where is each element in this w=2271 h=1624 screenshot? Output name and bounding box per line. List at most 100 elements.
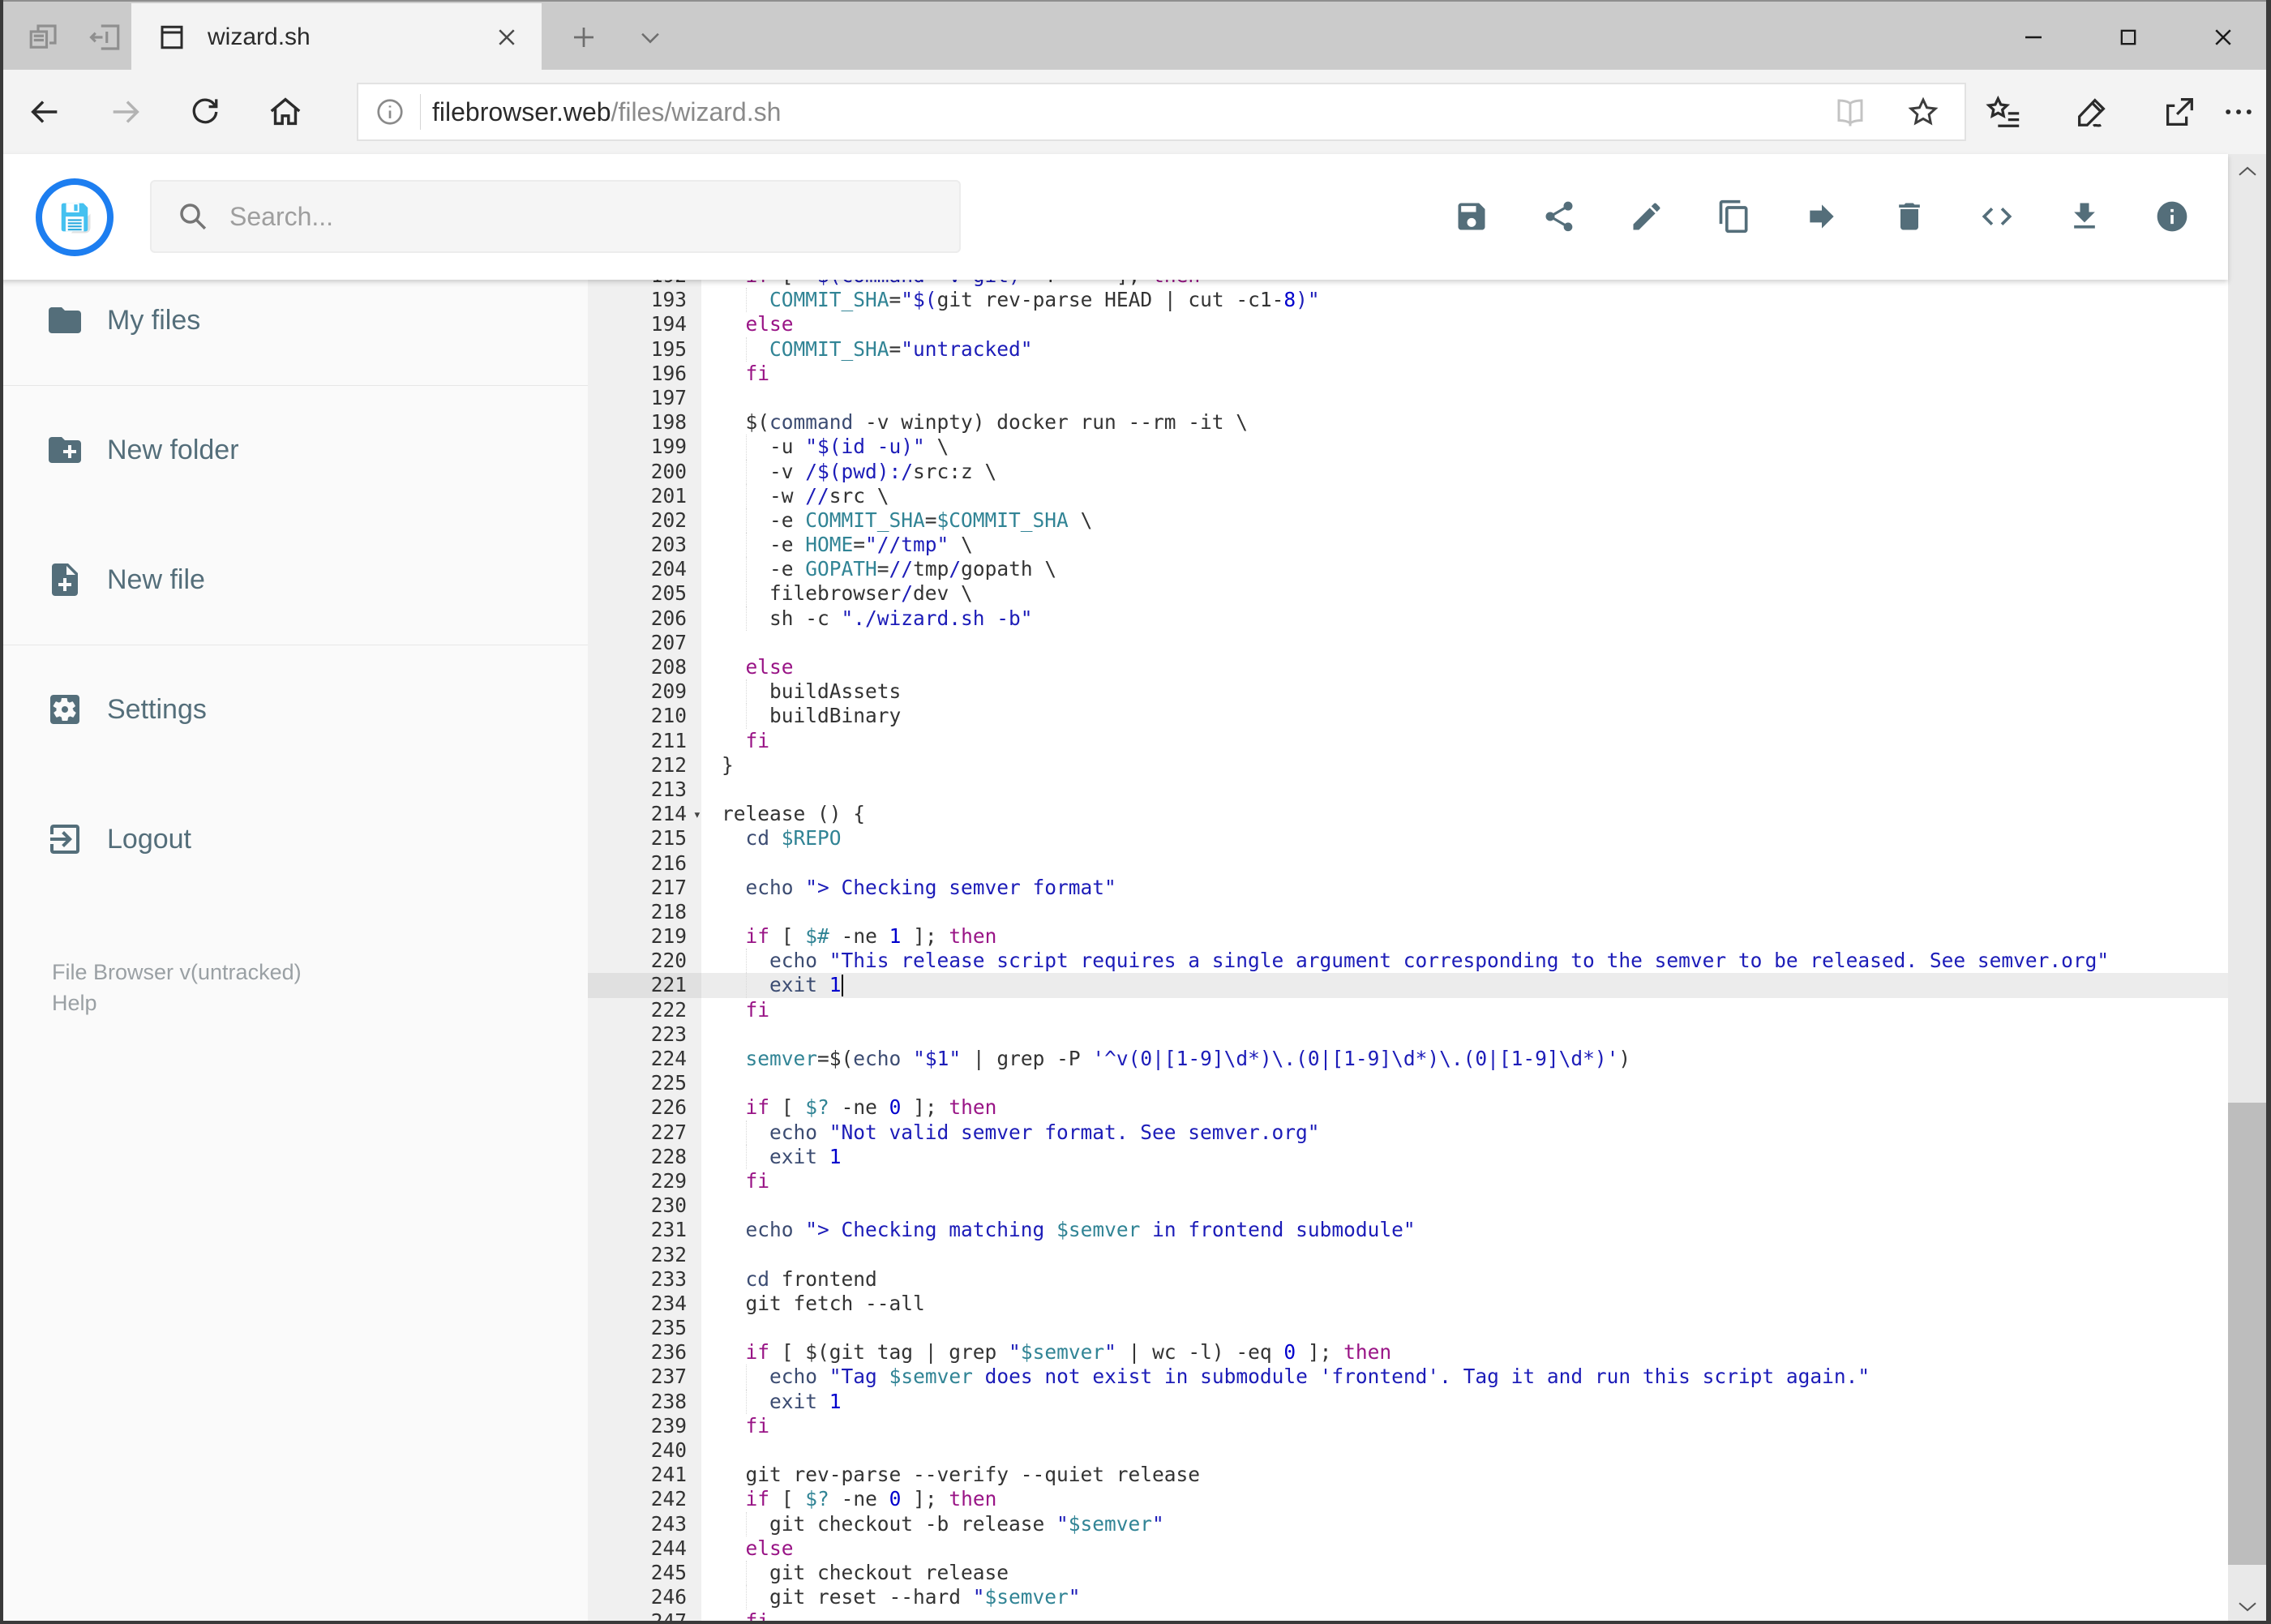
code-text: git checkout -b release "$semver" (722, 1511, 1164, 1536)
line-number: 207 (588, 630, 701, 655)
line-number: 222 (588, 997, 701, 1022)
code-text: git fetch --all (722, 1291, 925, 1315)
tab-preview-icon[interactable] (19, 3, 68, 71)
new-tab-button[interactable] (558, 3, 610, 71)
forward-button[interactable] (93, 70, 158, 154)
hub-favorites-button[interactable] (1972, 70, 2037, 154)
folder-plus-icon (45, 431, 84, 469)
code-line: 243 git checkout -b release "$semver" (588, 1511, 2228, 1536)
sidebar-item-logout[interactable]: Logout (0, 791, 588, 888)
url-bar[interactable]: filebrowser.web/files/wizard.sh (357, 83, 1966, 141)
site-info-icon[interactable] (375, 96, 405, 127)
more-options-button[interactable] (2210, 70, 2267, 154)
line-number: 205 (588, 581, 701, 606)
code-line: 198 $(command -v winpty) docker run --rm… (588, 410, 2228, 435)
move-button[interactable] (1796, 191, 1848, 242)
code-line: 192 if [ "$(command -v git)" != "" ]; th… (588, 280, 2228, 289)
sidebar-item-new-folder[interactable]: New folder (0, 401, 588, 499)
set-tabs-aside-icon[interactable] (81, 3, 130, 71)
browser-tab[interactable]: wizard.sh (131, 3, 542, 71)
page-scrollbar[interactable] (2228, 154, 2266, 1624)
copy-button[interactable] (1708, 191, 1760, 242)
code-line: 220 echo "This release script requires a… (588, 949, 2228, 974)
sidebar-item-my-files[interactable]: My files (0, 272, 588, 369)
code-line: 226 if [ $? -ne 0 ]; then (588, 1095, 2228, 1121)
search-box[interactable] (150, 180, 961, 253)
info-button[interactable] (2146, 191, 2198, 242)
share-button[interactable] (2147, 70, 2212, 154)
save-button[interactable] (1446, 191, 1498, 242)
text-cursor (841, 975, 843, 997)
code-editor[interactable]: 192 if [ "$(command -v git)" != "" ]; th… (588, 280, 2228, 1624)
code-line: 210 buildBinary (588, 704, 2228, 729)
line-number: 237 (588, 1365, 701, 1390)
line-number: 243 (588, 1511, 701, 1536)
code-text: semver=$(echo "$1" | grep -P '^v(0|[1-9]… (745, 1047, 1631, 1070)
code-text: if [ $? -ne 0 ]; then (745, 1487, 997, 1511)
window-maximize-button[interactable] (2092, 3, 2165, 71)
line-number: 211 (588, 728, 701, 753)
code-text: cd frontend (745, 1266, 877, 1291)
code-line: 206 sh -c "./wizard.sh -b" (588, 606, 2228, 631)
line-number: 234 (588, 1291, 701, 1317)
code-line: 241 git rev-parse --verify --quiet relea… (588, 1463, 2228, 1488)
search-icon (176, 199, 210, 234)
code-line: 217 echo "> Checking semver format" (588, 875, 2228, 900)
refresh-button[interactable] (173, 70, 238, 154)
code-line: 237 echo "Tag $semver does not exist in … (588, 1365, 2228, 1390)
download-button[interactable] (2059, 191, 2110, 242)
line-number: 235 (588, 1316, 701, 1341)
help-link[interactable]: Help (52, 988, 97, 1018)
share-file-button[interactable] (1533, 191, 1585, 242)
line-number: 210 (588, 704, 701, 729)
code-line: 200 -v /$(pwd):/src:z \ (588, 459, 2228, 484)
search-input[interactable] (228, 200, 880, 233)
fold-arrow-icon[interactable]: ▾ (693, 803, 701, 827)
line-number: 192 (588, 280, 701, 289)
favorite-star-button[interactable] (1906, 95, 1940, 129)
code-text: $(command -v winpty) docker run --rm -it… (722, 410, 1249, 435)
tab-close-icon[interactable] (495, 25, 519, 49)
sidebar-item-label: Logout (107, 823, 191, 855)
edit-button[interactable] (1621, 191, 1673, 242)
filebrowser-logo[interactable] (36, 178, 114, 256)
code-text: -e GOPATH=//tmp/gopath \ (722, 557, 1057, 582)
line-number: 202 (588, 508, 701, 533)
gear-icon (45, 690, 84, 729)
code-line: 218 (588, 899, 2228, 925)
code-text: git rev-parse --verify --quiet release (722, 1463, 1201, 1487)
sidebar-item-settings[interactable]: Settings (0, 661, 588, 758)
scrollbar-thumb[interactable] (2228, 1103, 2266, 1565)
window-minimize-button[interactable] (1997, 3, 2070, 71)
line-number: 213 (588, 777, 701, 803)
delete-button[interactable] (1883, 191, 1935, 242)
line-number: 223 (588, 1022, 701, 1047)
code-view-button[interactable] (1971, 191, 2023, 242)
window-close-button[interactable] (2187, 3, 2260, 71)
reading-view-icon[interactable] (1833, 95, 1867, 129)
tab-list-dropdown[interactable] (624, 3, 676, 71)
code-line: 245 git checkout release (588, 1560, 2228, 1586)
code-text: fi (745, 1168, 770, 1193)
line-number: 196 (588, 361, 701, 386)
code-text: COMMIT_SHA="$(git rev-parse HEAD | cut -… (701, 288, 2228, 313)
code-text: echo "> Checking semver format" (745, 875, 1116, 899)
back-button[interactable] (12, 70, 77, 154)
home-button[interactable] (253, 70, 318, 154)
filebrowser-header (0, 154, 2228, 280)
code-text: fi (745, 728, 770, 752)
scroll-up-icon[interactable] (2228, 154, 2266, 190)
line-number: 242 (588, 1487, 701, 1512)
web-note-button[interactable] (2059, 70, 2124, 154)
code-line: 205 filebrowser/dev \ (588, 581, 2228, 606)
code-text: if [ $# -ne 1 ]; then (745, 924, 997, 949)
scroll-down-icon[interactable] (2228, 1588, 2266, 1624)
code-text: else (745, 655, 794, 679)
sidebar-item-new-file[interactable]: New file (0, 531, 588, 628)
line-number: 199 (588, 435, 701, 460)
